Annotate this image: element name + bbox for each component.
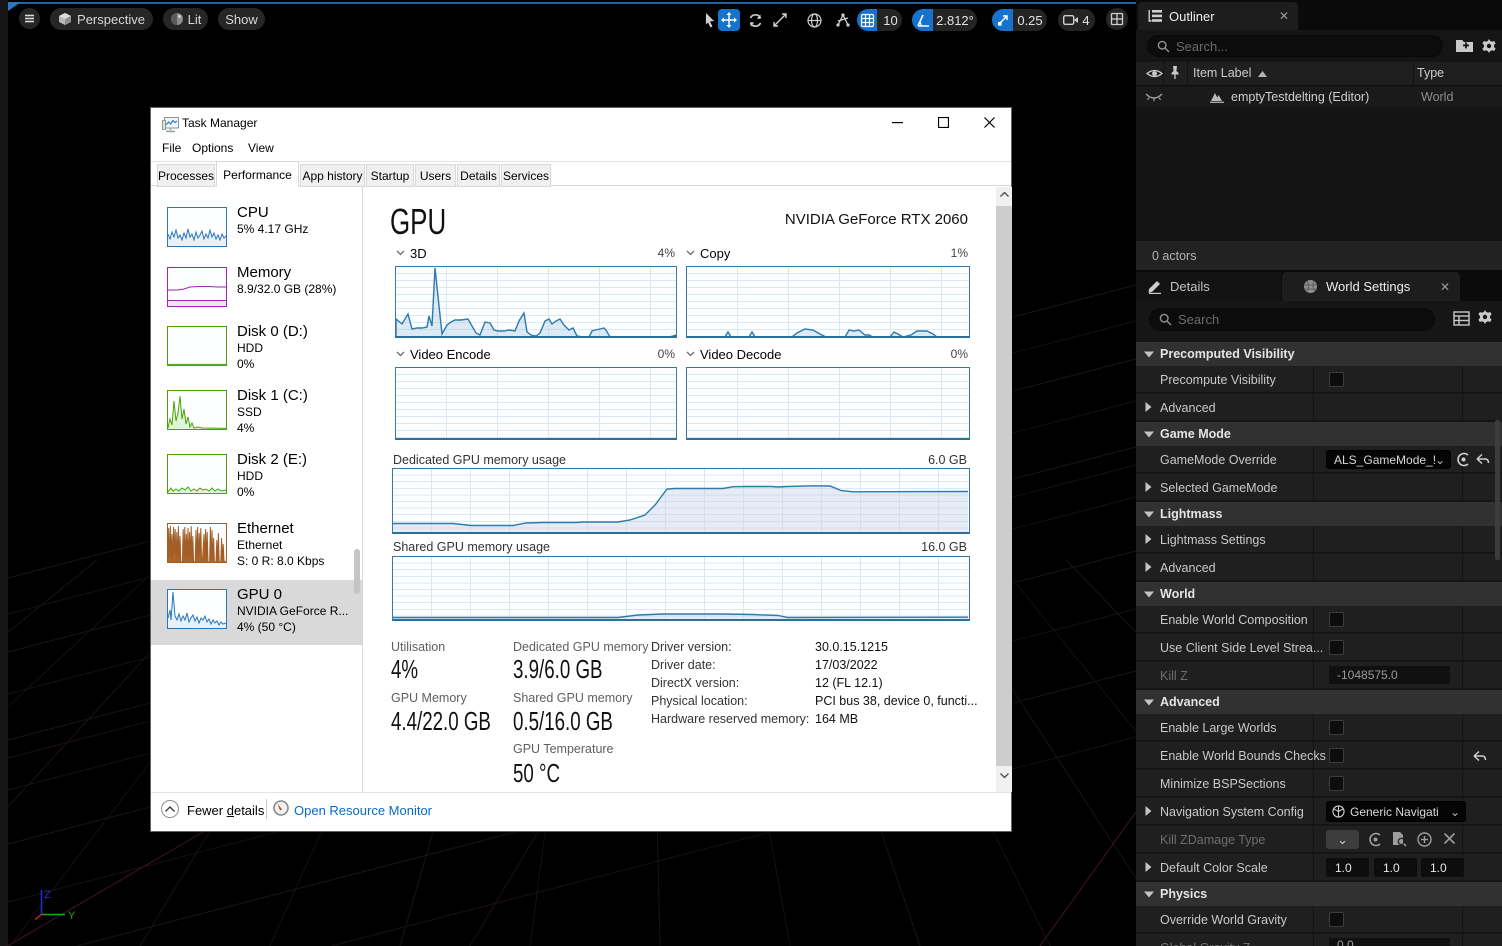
svg-text:Y: Y xyxy=(68,910,76,922)
svg-text:Z: Z xyxy=(44,889,51,901)
